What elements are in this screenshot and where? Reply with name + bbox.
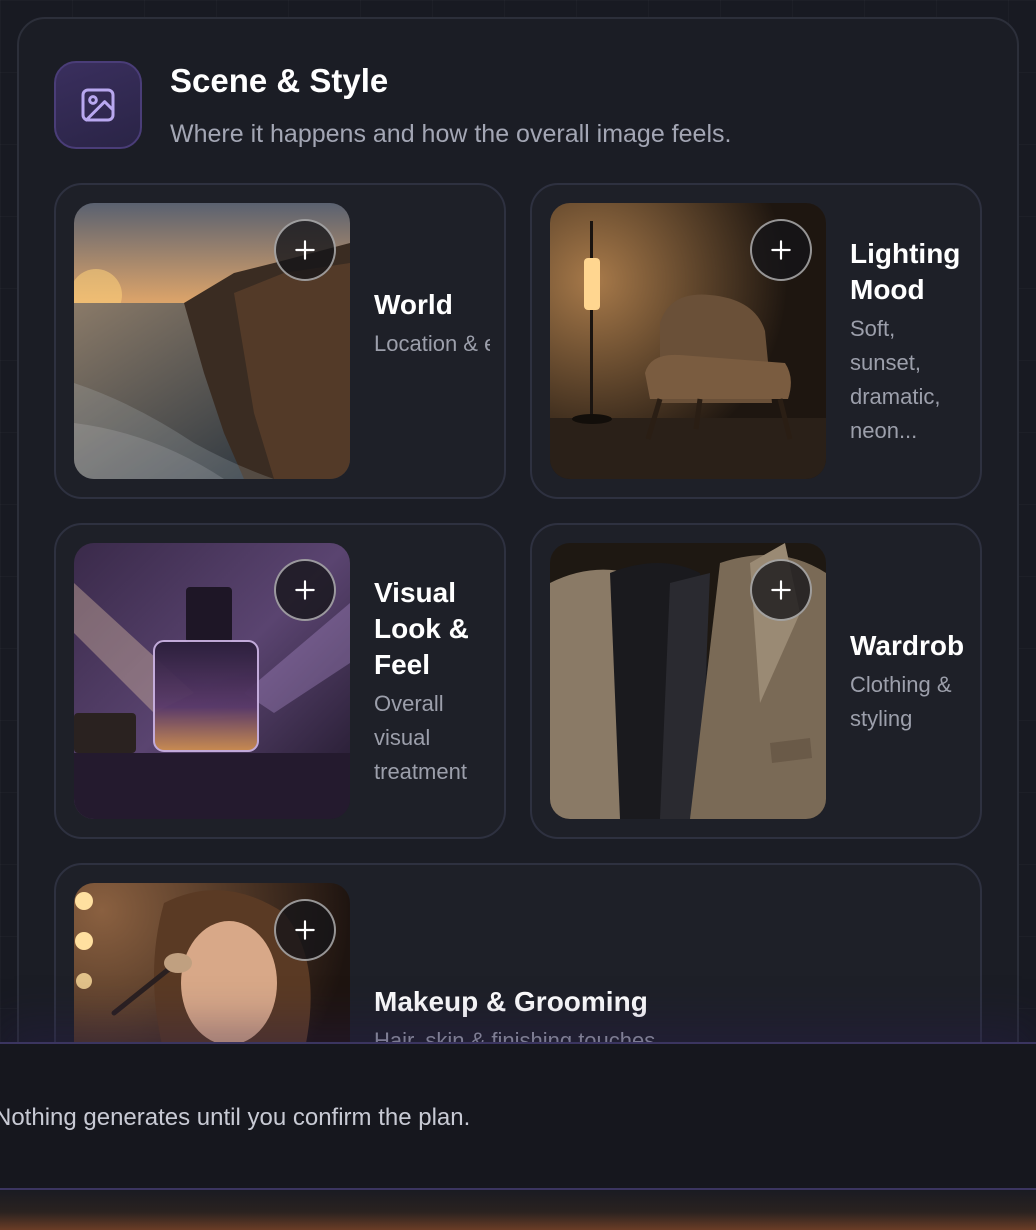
section-title: Scene & Style [170,62,389,99]
card-title: World [374,289,453,320]
image-icon [54,61,142,149]
section-subtitle: Where it happens and how the overall ima… [170,120,732,148]
card-description: Soft, sunset, dramatic, neon... [850,316,941,443]
card-visual-look-feel[interactable]: Visual Look & Feel Overall visual treatm… [54,523,506,839]
add-visual-look-button[interactable] [274,559,336,621]
card-description: Location & environme [374,331,490,356]
plus-icon [771,240,791,260]
card-description: Overall visual treatment [374,691,467,784]
card-title: Visual Look & Feel [374,577,469,680]
add-makeup-button[interactable] [274,899,336,961]
plus-icon [295,240,315,260]
bottom-glow [0,1190,1036,1230]
plus-icon [771,580,791,600]
plus-icon [295,580,315,600]
card-title: Wardrob [850,630,964,661]
add-lighting-mood-button[interactable] [750,219,812,281]
card-lighting-mood[interactable]: Lighting Mood Soft, sunset, dramatic, ne… [530,183,982,499]
plus-icon [295,920,315,940]
add-world-button[interactable] [274,219,336,281]
confirmation-bar: Nothing generates until you confirm the … [0,1042,1036,1190]
add-wardrobe-button[interactable] [750,559,812,621]
confirmation-note: Nothing generates until you confirm the … [0,1104,471,1131]
card-world[interactable]: World Location & environme [54,183,506,499]
card-title: Lighting Mood [850,238,961,305]
card-wardrobe[interactable]: Wardrob Clothing & styling [530,523,982,839]
card-title: Makeup & Grooming [374,986,648,1017]
card-description: Clothing & styling [850,672,952,731]
